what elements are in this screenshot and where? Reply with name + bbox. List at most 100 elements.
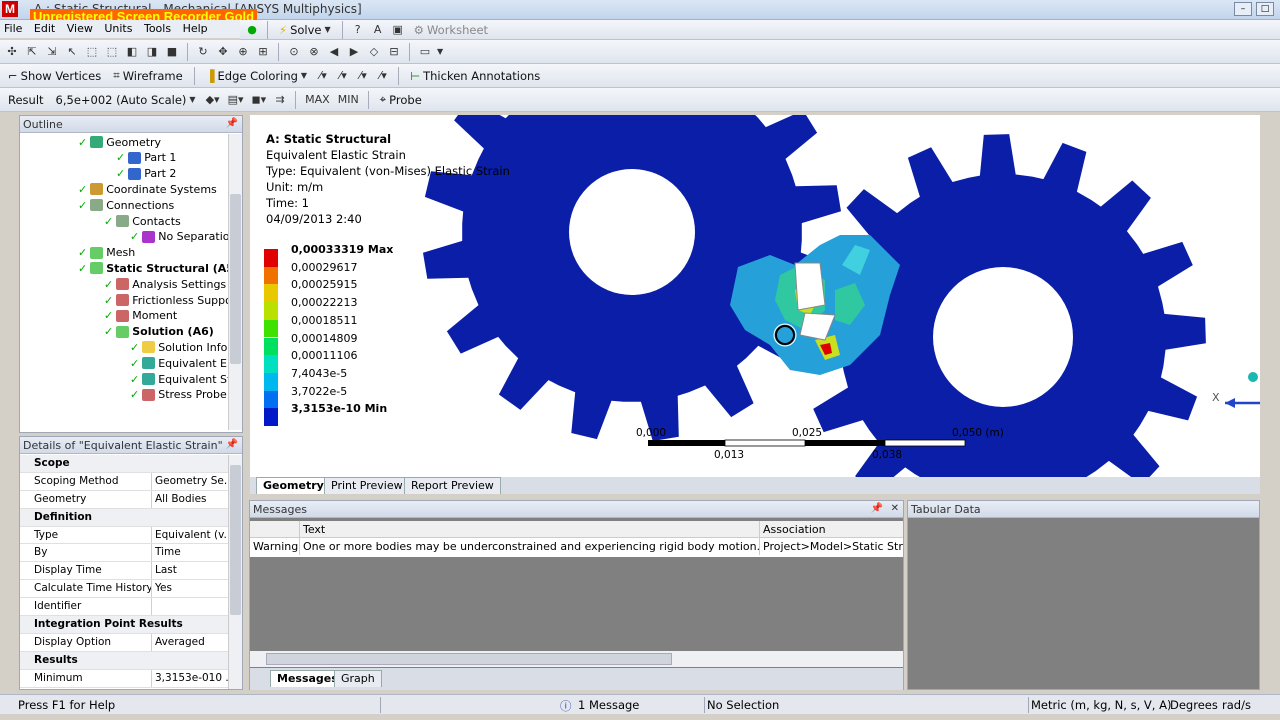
scrollbar-thumb[interactable] <box>230 194 241 364</box>
details-row[interactable]: Type Equivalent (v... <box>20 526 228 545</box>
menu-help[interactable]: Help <box>179 20 212 37</box>
edges-icon[interactable]: ◼▾ <box>249 92 268 108</box>
details-value[interactable]: Yes <box>152 580 228 597</box>
details-value[interactable]: Last <box>152 562 228 579</box>
header-cell-text[interactable]: Text <box>300 521 760 537</box>
details-row[interactable]: Scoping Method Geometry Se... <box>20 472 228 491</box>
details-row[interactable]: Calculate Time History Yes <box>20 580 228 599</box>
tree-item[interactable]: ✓ Frictionless Support <box>104 292 228 308</box>
details-section-label[interactable]: Results <box>20 651 228 669</box>
select-edge-icon[interactable]: ⇲ <box>44 44 60 60</box>
pointer-icon[interactable]: ✣ <box>4 44 20 60</box>
comment-icon[interactable]: ? <box>350 22 366 38</box>
body-icon[interactable]: ■ <box>164 44 180 60</box>
message-row[interactable]: Warning One or more bodies may be underc… <box>250 538 903 555</box>
previous-view-icon[interactable]: ◀ <box>326 44 342 60</box>
info-icon[interactable]: ⓘ <box>560 698 572 714</box>
edge-style-1-icon[interactable]: ⁄▾ <box>315 68 331 84</box>
thicken-annotations-button[interactable]: ⊢ Thicken Annotations <box>406 66 544 86</box>
magnifier-icon[interactable]: ⊗ <box>306 44 322 60</box>
status-angle[interactable]: Degrees <box>1170 698 1218 712</box>
status-messages[interactable]: 1 Message <box>578 698 639 712</box>
menu-view[interactable]: View <box>63 20 97 37</box>
details-section-label[interactable]: Scope <box>20 455 228 472</box>
scrollbar-thumb[interactable] <box>230 465 241 615</box>
tree-item[interactable]: ✓ Mesh <box>78 245 135 261</box>
close-icon[interactable]: ✕ <box>891 503 899 514</box>
vector-icon[interactable]: ⇉ <box>272 92 288 108</box>
tree-item[interactable]: ✓ Part 1 <box>116 150 176 166</box>
select-vertex-icon[interactable]: ↖ <box>64 44 80 60</box>
tree-item[interactable]: ✓ Connections <box>78 197 174 213</box>
pan-icon[interactable]: ✥ <box>215 44 231 60</box>
maximize-button[interactable]: □ <box>1256 2 1274 16</box>
viewport-layout-icon[interactable]: ▭ <box>417 44 433 60</box>
tree-item[interactable]: ✓ Equivalent Elast <box>130 355 228 371</box>
details-section-label[interactable]: Integration Point Results <box>20 616 228 633</box>
tree-item[interactable]: ✓ Analysis Settings <box>104 276 226 292</box>
iso-view-icon[interactable]: ◇ <box>366 44 382 60</box>
horizontal-scrollbar[interactable] <box>250 651 903 667</box>
details-row[interactable]: Minimum 3,3153e-010 ... <box>20 669 228 688</box>
vertical-scrollbar[interactable] <box>228 455 242 689</box>
body-select-icon[interactable]: ◨ <box>144 44 160 60</box>
graphics-viewport[interactable]: A: Static Structural Equivalent Elastic … <box>250 115 1260 477</box>
contour-icon[interactable]: ▤▾ <box>226 92 246 108</box>
status-rot[interactable]: rad/s <box>1222 698 1251 712</box>
chevron-down-icon[interactable]: ▼ <box>437 47 443 56</box>
tree-item[interactable]: ✓ Geometry <box>78 134 161 150</box>
edge-style-3-icon[interactable]: ⁄▾ <box>355 68 371 84</box>
details-value[interactable]: All Bodies <box>152 491 228 508</box>
chevron-down-icon[interactable]: ▼ <box>325 25 331 34</box>
zoom-fit-icon[interactable]: ⊙ <box>286 44 302 60</box>
text-icon[interactable]: A <box>370 22 386 38</box>
tree-item[interactable]: ✓ Equivalent Stre <box>130 371 228 387</box>
tab-print-preview[interactable]: Print Preview <box>324 477 410 494</box>
rotate-icon[interactable]: ↻ <box>195 44 211 60</box>
details-value[interactable] <box>152 598 228 615</box>
pin-icon[interactable]: 📌 <box>226 118 238 129</box>
tab-graph[interactable]: Graph <box>334 670 382 687</box>
select-mode-icon[interactable]: ⬚ <box>84 44 100 60</box>
tree-item[interactable]: ✓ Solution (A6) <box>104 324 214 340</box>
pin-icon[interactable]: 📌 <box>871 503 883 514</box>
edge-coloring-button[interactable]: ▐ Edge Coloring ▼ <box>202 66 311 86</box>
menu-units[interactable]: Units <box>100 20 136 37</box>
pin-icon[interactable]: 📌 <box>226 439 238 450</box>
face-select-icon[interactable]: ◧ <box>124 44 140 60</box>
edge-style-4-icon[interactable]: ⁄▾ <box>375 68 391 84</box>
menu-edit[interactable]: Edit <box>30 20 59 37</box>
tree-item[interactable]: ✓ Static Structural (A5) <box>78 260 228 276</box>
tree-item[interactable]: ✓ Coordinate Systems <box>78 181 217 197</box>
details-row[interactable]: Geometry All Bodies <box>20 490 228 509</box>
scrollbar-thumb[interactable] <box>266 653 672 665</box>
details-value[interactable]: Geometry Se... <box>152 473 228 490</box>
details-value[interactable]: Equivalent (v... <box>152 527 228 544</box>
minimize-button[interactable]: – <box>1234 2 1252 16</box>
tree-item[interactable]: ✓ Contacts <box>104 213 181 229</box>
menu-tools[interactable]: Tools <box>140 20 175 37</box>
tab-report-preview[interactable]: Report Preview <box>404 477 501 494</box>
details-row[interactable]: Identifier <box>20 598 228 617</box>
next-view-icon[interactable]: ▶ <box>346 44 362 60</box>
tree-item[interactable]: ✓ No Separation - <box>130 229 228 245</box>
details-section-label[interactable]: Definition <box>20 508 228 526</box>
geometry-display-icon[interactable]: ◆▾ <box>204 92 222 108</box>
max-label-icon[interactable]: MAX <box>303 92 332 108</box>
edge-style-2-icon[interactable]: ⁄▾ <box>335 68 351 84</box>
worksheet-button[interactable]: ⚙ Worksheet <box>410 20 492 40</box>
image-icon[interactable]: ▣ <box>390 22 406 38</box>
menu-file[interactable]: File <box>0 20 26 37</box>
min-label-icon[interactable]: MIN <box>336 92 361 108</box>
tree-item[interactable]: ✓ Stress Probe <box>130 387 227 403</box>
show-vertices-button[interactable]: ⌐ Show Vertices <box>4 66 105 86</box>
check-icon[interactable]: ● <box>244 22 260 38</box>
vertical-scrollbar[interactable] <box>228 134 242 430</box>
tree-item[interactable]: ✓ Moment <box>104 308 177 324</box>
select-face-icon[interactable]: ⇱ <box>24 44 40 60</box>
status-units[interactable]: Metric (m, kg, N, s, V, A) <box>1031 698 1171 712</box>
details-row[interactable]: By Time <box>20 544 228 563</box>
tree-item[interactable]: ✓ Part 2 <box>116 166 176 182</box>
details-value[interactable]: 3,3153e-010 ... <box>152 670 228 687</box>
details-value[interactable]: Averaged <box>152 634 228 651</box>
